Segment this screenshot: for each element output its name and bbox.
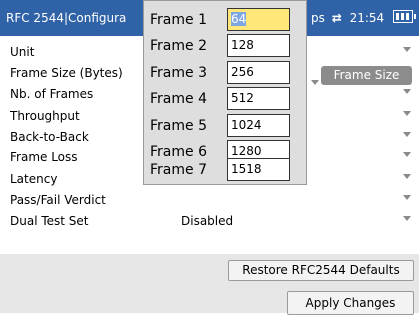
window-title: RFC 2544|Configura <box>6 11 127 25</box>
frame-label: Frame 3 <box>150 65 207 81</box>
frame-size-input[interactable]: 256 <box>227 61 290 84</box>
chevron-down-icon[interactable] <box>403 152 411 157</box>
chevron-down-icon[interactable] <box>403 111 411 116</box>
chevron-down-icon[interactable] <box>403 216 411 221</box>
frame-size-input[interactable]: 1518 <box>227 158 290 181</box>
row-label: Unit <box>10 45 35 59</box>
frame-label: Frame 5 <box>150 118 207 134</box>
chevron-down-icon[interactable] <box>403 89 411 94</box>
row-label: Frame Size (Bytes) <box>10 66 123 80</box>
frame-size-input[interactable]: 512 <box>227 87 290 110</box>
frame-row: Frame 4 512 <box>144 86 308 112</box>
status-text: ps <box>311 11 325 25</box>
chevron-down-icon[interactable] <box>403 174 411 179</box>
frame-label: Frame 1 <box>150 12 207 28</box>
row-label: Throughput <box>10 109 80 123</box>
frame-size-value: 64 <box>231 12 247 26</box>
frame-row: Frame 5 1024 <box>144 113 308 139</box>
row-label: Back-to-Back <box>10 130 89 144</box>
status-area: ps ⇄ 21:54 <box>311 11 384 25</box>
chevron-down-icon[interactable] <box>403 195 411 200</box>
row-label: Latency <box>10 172 58 186</box>
chevron-down-icon[interactable] <box>403 132 411 137</box>
frame-row: Frame 7 1518 <box>144 157 308 183</box>
frame-size-input[interactable]: 64 <box>227 8 290 31</box>
frame-label: Frame 4 <box>150 91 207 107</box>
row-label: Pass/Fail Verdict <box>10 193 106 207</box>
row-label: Nb. of Frames <box>10 87 94 101</box>
row-value: Disabled <box>181 214 234 228</box>
clock-time: 21:54 <box>349 11 385 25</box>
apply-changes-button[interactable]: Apply Changes <box>287 291 414 315</box>
row-pass-fail[interactable]: Pass/Fail Verdict <box>0 189 419 210</box>
row-label: Dual Test Set <box>10 214 89 228</box>
restore-defaults-button[interactable]: Restore RFC2544 Defaults <box>228 260 414 281</box>
swap-arrows-icon: ⇄ <box>331 11 342 25</box>
frame-row: Frame 2 128 <box>144 33 308 59</box>
frame-size-input[interactable]: 128 <box>227 34 290 57</box>
frame-label: Frame 7 <box>150 162 207 178</box>
frame-size-input[interactable]: 1024 <box>227 114 290 137</box>
battery-icon <box>393 10 416 23</box>
frame-label: Frame 2 <box>150 38 207 54</box>
row-dual-test-set[interactable]: Dual Test Set Disabled <box>0 210 419 231</box>
chevron-down-icon[interactable] <box>403 47 411 52</box>
frame-size-popup: Frame 1 64 Frame 2 128 Frame 3 256 Frame… <box>143 0 307 185</box>
frame-row: Frame 3 256 <box>144 60 308 86</box>
frame-row: Frame 1 64 <box>144 7 308 33</box>
row-label: Frame Loss <box>10 150 78 164</box>
